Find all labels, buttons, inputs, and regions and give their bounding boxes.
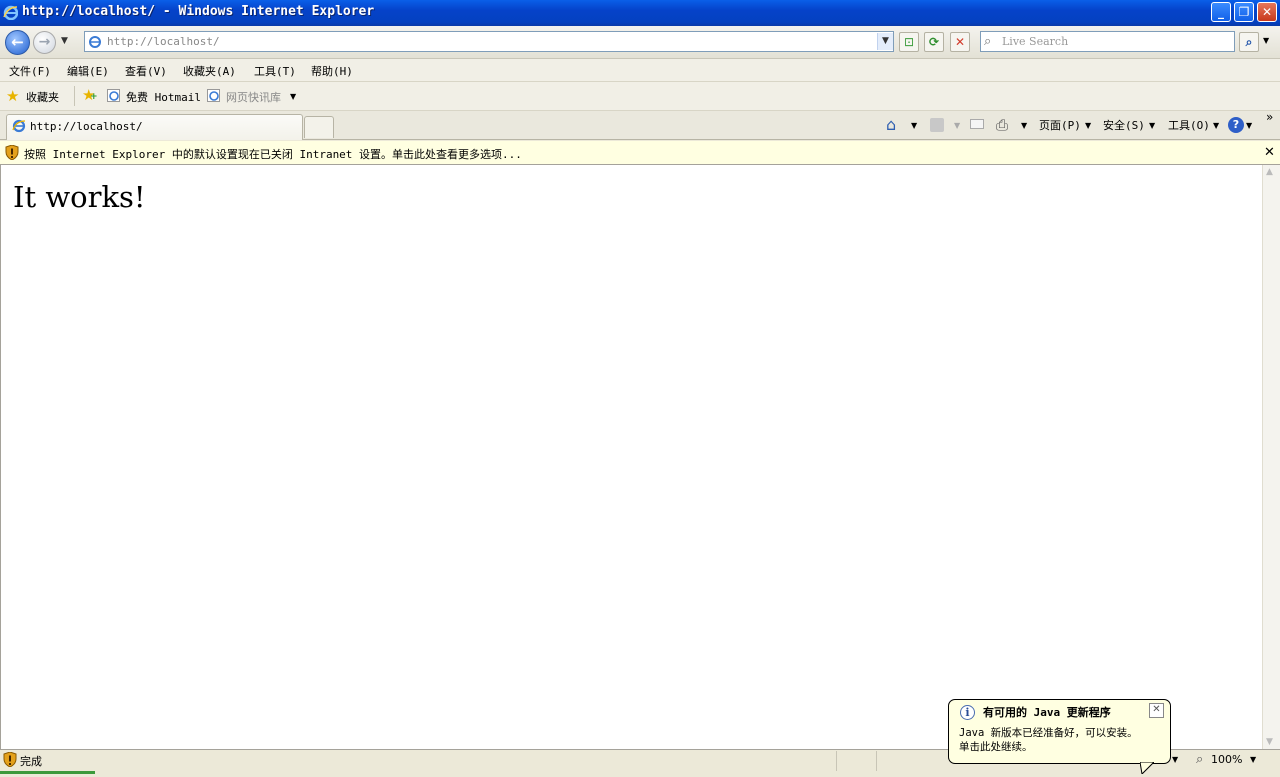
shield-warning-icon bbox=[5, 144, 19, 161]
search-icon: ⌕ bbox=[984, 34, 992, 49]
tools-menu[interactable]: 工具(O) bbox=[1168, 117, 1210, 133]
print-icon[interactable]: ⎙ bbox=[996, 116, 1008, 134]
stop-icon: ✕ bbox=[954, 35, 966, 49]
balloon-message-line: 单击此处继续。 bbox=[959, 741, 1033, 753]
chevron-down-icon[interactable]: ▼ bbox=[290, 92, 296, 101]
safety-menu[interactable]: 安全(S) bbox=[1103, 117, 1145, 133]
restore-icon: ❐ bbox=[1238, 5, 1250, 19]
stop-button[interactable]: ✕ bbox=[950, 32, 970, 52]
star-icon: ★ bbox=[6, 87, 20, 105]
home-dropdown[interactable]: ▼ bbox=[911, 121, 917, 130]
chevron-down-icon[interactable]: ▼ bbox=[1149, 121, 1155, 130]
tab-title: http://localhost/ bbox=[30, 120, 143, 133]
new-tab-button[interactable] bbox=[304, 116, 334, 138]
feeds-dropdown[interactable]: ▼ bbox=[954, 121, 960, 130]
protected-mode-dropdown[interactable]: ▼ bbox=[1172, 755, 1178, 764]
add-to-favorites-icon[interactable]: ★ + bbox=[82, 86, 98, 104]
print-dropdown[interactable]: ▼ bbox=[1021, 121, 1027, 130]
zoom-dropdown[interactable]: ▼ bbox=[1250, 755, 1256, 764]
favorites-separator bbox=[74, 86, 75, 106]
ie-logo-icon bbox=[3, 5, 19, 21]
compatibility-icon: ⊡ bbox=[903, 35, 915, 49]
search-options-dropdown[interactable]: ▼ bbox=[1263, 36, 1269, 45]
menu-file[interactable]: 文件(F) bbox=[9, 63, 51, 79]
magnifier-icon: ⌕ bbox=[1245, 35, 1253, 49]
page-heading: It works! bbox=[13, 180, 146, 214]
chevron-down-icon[interactable]: ▼ bbox=[1213, 121, 1219, 130]
chevron-down-icon: ▼ bbox=[882, 36, 889, 46]
ie-page-icon bbox=[207, 89, 220, 102]
balloon-close-button[interactable]: ✕ bbox=[1149, 703, 1164, 718]
close-button[interactable]: ✕ bbox=[1257, 2, 1277, 22]
window-title: http://localhost/ - Windows Internet Exp… bbox=[22, 4, 375, 19]
info-bar-close-icon[interactable]: ✕ bbox=[1264, 145, 1275, 160]
zoom-icon: ⌕ bbox=[1196, 752, 1204, 767]
back-button[interactable]: ← bbox=[5, 30, 30, 55]
status-separator bbox=[836, 751, 837, 771]
close-icon: ✕ bbox=[1261, 5, 1273, 19]
menu-favorites[interactable]: 收藏夹(A) bbox=[183, 63, 236, 79]
search-button[interactable]: ⌕ bbox=[1239, 32, 1259, 52]
home-icon[interactable]: ⌂ bbox=[886, 115, 896, 134]
status-shield-icon bbox=[3, 751, 17, 768]
status-text: 完成 bbox=[20, 755, 42, 768]
zoom-level[interactable]: 100% bbox=[1211, 753, 1242, 766]
maximize-button[interactable]: ❐ bbox=[1234, 2, 1254, 22]
menu-view[interactable]: 查看(V) bbox=[125, 63, 167, 79]
mail-icon[interactable] bbox=[970, 119, 984, 129]
info-bar-message[interactable]: 按照 Internet Explorer 中的默认设置现在已关闭 Intrane… bbox=[24, 146, 522, 162]
back-arrow-icon: ← bbox=[11, 33, 24, 51]
close-icon: ✕ bbox=[1152, 704, 1161, 715]
scroll-down-icon[interactable]: ▼ bbox=[1266, 737, 1273, 747]
balloon-pointer bbox=[1139, 761, 1156, 776]
page-content bbox=[0, 165, 1262, 749]
refresh-icon: ⟳ bbox=[928, 35, 940, 49]
forward-arrow-icon: → bbox=[38, 34, 51, 50]
menu-tools[interactable]: 工具(T) bbox=[254, 63, 296, 79]
balloon-message-line: Java 新版本已经准备好，可以安装。 bbox=[959, 727, 1138, 739]
help-dropdown[interactable]: ▼ bbox=[1246, 121, 1252, 130]
favorites-button[interactable]: 收藏夹 bbox=[26, 89, 59, 105]
chevron-more-icon[interactable]: » bbox=[1266, 110, 1273, 124]
minimize-icon: _ bbox=[1218, 5, 1224, 19]
chevron-down-icon[interactable]: ▼ bbox=[1085, 121, 1091, 130]
help-icon[interactable]: ? bbox=[1228, 117, 1244, 133]
address-text: http://localhost/ bbox=[107, 35, 220, 48]
page-menu[interactable]: 页面(P) bbox=[1039, 117, 1081, 133]
favorite-link-web-slice-gallery[interactable]: 网页快讯库 bbox=[226, 89, 281, 105]
balloon-title: 有可用的 Java 更新程序 bbox=[983, 706, 1111, 719]
compatibility-view-button[interactable]: ⊡ bbox=[899, 32, 919, 52]
favorite-link-hotmail[interactable]: 免费 Hotmail bbox=[126, 89, 201, 105]
minimize-button[interactable]: _ bbox=[1211, 2, 1231, 22]
recent-pages-dropdown[interactable]: ▼ bbox=[61, 36, 68, 46]
page-icon bbox=[88, 35, 101, 48]
refresh-button[interactable]: ⟳ bbox=[924, 32, 944, 52]
search-input[interactable]: Live Search bbox=[1002, 35, 1068, 48]
info-icon: i bbox=[960, 705, 975, 720]
menu-edit[interactable]: 编辑(E) bbox=[67, 63, 109, 79]
ie-tab-icon bbox=[12, 119, 26, 133]
forward-button[interactable]: → bbox=[33, 31, 56, 54]
ie-page-icon bbox=[107, 89, 120, 102]
vertical-scrollbar[interactable]: ▲ ▼ bbox=[1262, 165, 1280, 749]
menu-help[interactable]: 帮助(H) bbox=[311, 63, 353, 79]
feeds-icon[interactable] bbox=[930, 118, 944, 132]
address-dropdown-button[interactable]: ▼ bbox=[877, 33, 893, 50]
scroll-up-icon[interactable]: ▲ bbox=[1266, 167, 1273, 177]
status-separator bbox=[876, 751, 877, 771]
